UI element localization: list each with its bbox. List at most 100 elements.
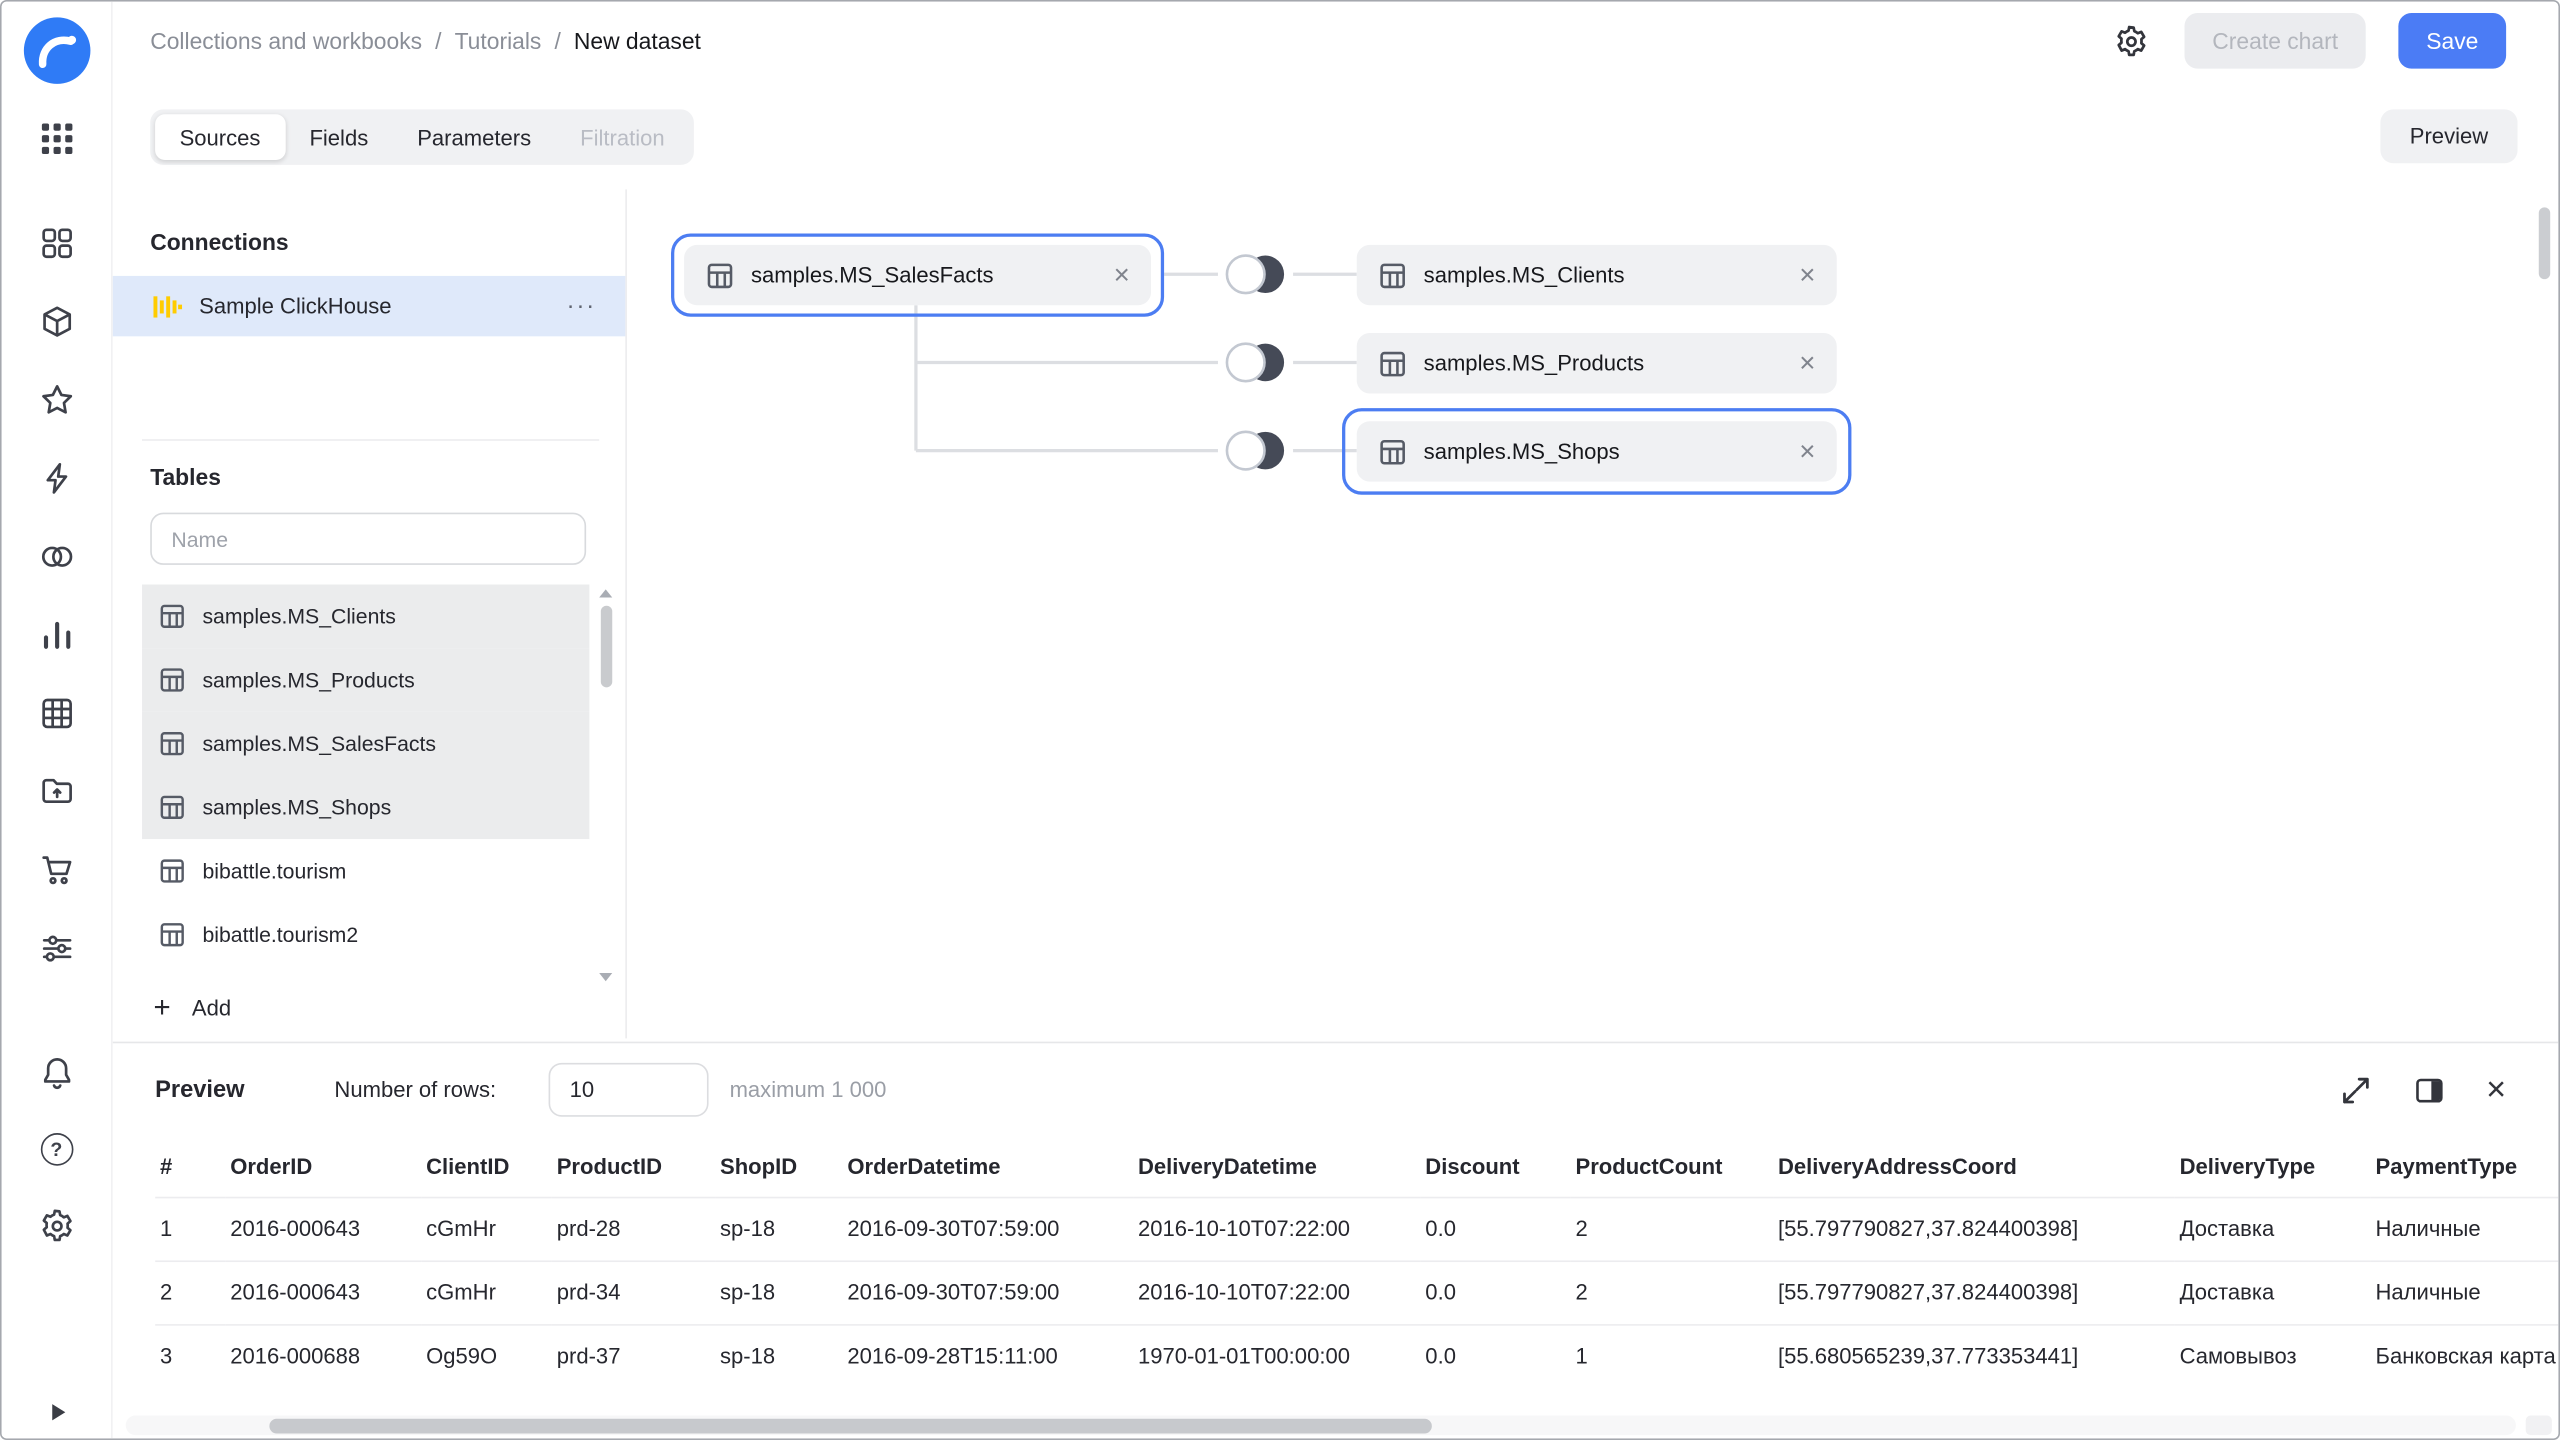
preview-toggle-button[interactable]: Preview xyxy=(2380,109,2517,163)
table-item-label: samples.MS_Clients xyxy=(202,604,395,628)
collections-icon[interactable] xyxy=(38,304,74,340)
tab-filtration[interactable]: Filtration xyxy=(556,114,689,160)
join-icon-clients[interactable] xyxy=(1218,251,1293,297)
apps-grid-icon[interactable] xyxy=(38,121,74,157)
cell: 2016-10-10T07:22:00 xyxy=(1133,1197,1420,1261)
connection-menu-ellipsis-icon[interactable]: ··· xyxy=(567,292,596,320)
canvas-node-clients[interactable]: samples.MS_Clients × xyxy=(1357,245,1837,305)
rail-nav-bottom: ? xyxy=(38,1055,74,1244)
settings-gear-icon[interactable] xyxy=(38,1208,74,1244)
clickhouse-icon xyxy=(150,290,183,323)
tab-sources[interactable]: Sources xyxy=(155,114,285,160)
preview-panel: Preview Number of rows: maximum 1 000 × xyxy=(113,1042,2559,1439)
cell: 1 xyxy=(1571,1324,1773,1388)
remove-table-close-icon[interactable]: × xyxy=(1114,261,1130,289)
col-header: ProductCount xyxy=(1571,1136,1773,1196)
cell: 3 xyxy=(155,1324,225,1388)
table-list-item-tourism2[interactable]: bibattle.tourism2 xyxy=(142,903,589,967)
rows-count-input[interactable] xyxy=(548,1063,708,1117)
favorites-star-icon[interactable] xyxy=(38,382,74,418)
table-list-item-ms-shops[interactable]: samples.MS_Shops xyxy=(142,776,589,840)
dashboards-grid-icon[interactable] xyxy=(38,696,74,732)
breadcrumb-tutorials[interactable]: Tutorials xyxy=(455,28,542,54)
expand-sidebar-play-icon[interactable] xyxy=(41,1396,74,1429)
cell: Наличные xyxy=(2371,1197,2559,1261)
col-header: ShopID xyxy=(715,1136,842,1196)
canvas-node-shops[interactable]: samples.MS_Shops × xyxy=(1357,421,1837,481)
widgets-icon[interactable] xyxy=(38,225,74,261)
col-header: ClientID xyxy=(421,1136,552,1196)
cell: 2016-000643 xyxy=(225,1197,421,1261)
table-icon xyxy=(158,857,186,885)
table-item-label: samples.MS_Products xyxy=(202,668,414,692)
table-row: 2 2016-000643 cGmHr prd-34 sp-18 2016-09… xyxy=(155,1260,2558,1324)
expand-preview-icon[interactable] xyxy=(2336,1070,2375,1109)
cell: [55.680565239,37.773353441] xyxy=(1773,1324,2175,1388)
cell: 2016-000643 xyxy=(225,1260,421,1324)
node-label: samples.MS_Shops xyxy=(1424,439,1620,463)
cell: [55.797790827,37.824400398] xyxy=(1773,1197,2175,1261)
remove-table-close-icon[interactable]: × xyxy=(1799,438,1815,466)
tables-title: Tables xyxy=(150,464,625,490)
cell: sp-18 xyxy=(715,1197,842,1261)
cell: 2 xyxy=(1571,1197,1773,1261)
tab-fields[interactable]: Fields xyxy=(285,114,393,160)
table-list-item-ms-products[interactable]: samples.MS_Products xyxy=(142,648,589,712)
cell: Банковская карта xyxy=(2371,1324,2559,1388)
notifications-bell-icon[interactable] xyxy=(38,1055,74,1091)
breadcrumb-separator: / xyxy=(554,28,560,54)
canvas-node-salesfacts[interactable]: samples.MS_SalesFacts × xyxy=(684,245,1151,305)
scroll-down-arrow-icon[interactable] xyxy=(599,973,612,981)
cell: prd-28 xyxy=(552,1197,715,1261)
table-search-input[interactable] xyxy=(150,513,586,565)
cell: Самовывоз xyxy=(2175,1324,2371,1388)
save-button[interactable]: Save xyxy=(2398,13,2506,69)
charts-icon[interactable] xyxy=(38,617,74,653)
datasets-venn-icon[interactable] xyxy=(38,539,74,575)
table-icon xyxy=(158,793,186,821)
table-list-item-ms-salesfacts[interactable]: samples.MS_SalesFacts xyxy=(142,712,589,776)
datalens-logo-icon[interactable] xyxy=(19,13,94,88)
table-row: 1 2016-000643 cGmHr prd-28 sp-18 2016-09… xyxy=(155,1197,2558,1261)
table-list-item-tourism[interactable]: bibattle.tourism xyxy=(142,839,589,903)
services-sliders-icon[interactable] xyxy=(38,931,74,967)
join-icon-shops[interactable] xyxy=(1218,428,1293,474)
connection-name: Sample ClickHouse xyxy=(199,294,391,318)
help-icon[interactable]: ? xyxy=(40,1133,73,1166)
scrollbar-thumb[interactable] xyxy=(269,1418,1431,1433)
canvas-node-products[interactable]: samples.MS_Products × xyxy=(1357,333,1837,393)
panel-divider xyxy=(142,439,599,441)
breadcrumb-collections[interactable]: Collections and workbooks xyxy=(150,28,422,54)
scrollbar-thumb[interactable] xyxy=(601,606,612,688)
marketplace-cart-icon[interactable] xyxy=(38,852,74,888)
scroll-up-arrow-icon[interactable] xyxy=(599,589,612,597)
scrollbar-thumb[interactable] xyxy=(2539,207,2550,279)
preview-horizontal-scrollbar[interactable] xyxy=(126,1416,2516,1436)
close-preview-icon[interactable]: × xyxy=(2483,1069,2510,1110)
connection-item-sample-clickhouse[interactable]: Sample ClickHouse ··· xyxy=(113,276,626,336)
preview-table: # OrderID ClientID ProductID ShopID Orde… xyxy=(155,1136,2558,1387)
tables-scrollbar[interactable] xyxy=(601,589,612,965)
split-view-icon[interactable] xyxy=(2409,1070,2448,1109)
remove-table-close-icon[interactable]: × xyxy=(1799,349,1815,377)
add-table-label: Add xyxy=(192,995,231,1019)
add-table-button[interactable]: + Add xyxy=(153,980,625,1036)
table-list-item-ms-clients[interactable]: samples.MS_Clients xyxy=(142,584,589,648)
preview-table-wrap: # OrderID ClientID ProductID ShopID Orde… xyxy=(155,1136,2558,1387)
col-header: DeliveryType xyxy=(2175,1136,2371,1196)
remove-table-close-icon[interactable]: × xyxy=(1799,261,1815,289)
cell: Наличные xyxy=(2371,1260,2559,1324)
plus-icon: + xyxy=(153,993,170,1022)
connections-lightning-icon[interactable] xyxy=(38,460,74,496)
col-header: # xyxy=(155,1136,225,1196)
cell: 0.0 xyxy=(1420,1260,1570,1324)
create-chart-button[interactable]: Create chart xyxy=(2185,13,2366,69)
dataset-settings-gear-icon[interactable] xyxy=(2111,20,2152,61)
table-icon xyxy=(1378,260,1407,289)
tab-parameters[interactable]: Parameters xyxy=(393,114,556,160)
cell: Og59O xyxy=(421,1324,552,1388)
canvas-scrollbar[interactable] xyxy=(2539,201,2550,1037)
breadcrumb-current-dataset: New dataset xyxy=(574,28,701,54)
join-icon-products[interactable] xyxy=(1218,340,1293,386)
storage-folder-icon[interactable] xyxy=(38,774,74,810)
